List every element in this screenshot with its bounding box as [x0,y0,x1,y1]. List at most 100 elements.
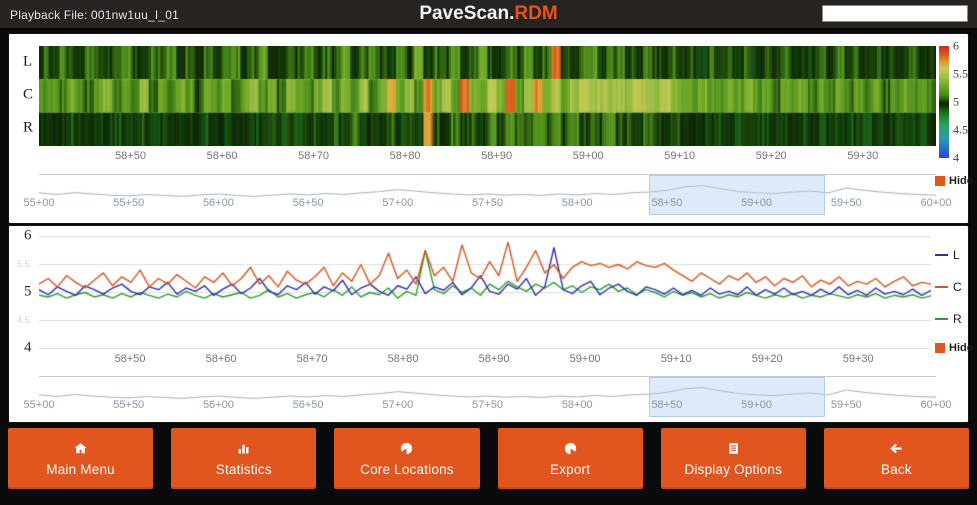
button-main-menu[interactable]: Main Menu [8,428,153,489]
x-tick-label: 55+00 [24,399,55,411]
overview-axis: 55+0055+5056+0056+5057+0057+5058+0058+50… [39,197,936,211]
x-tick-label: 58+00 [562,399,593,411]
button-display-options[interactable]: Display Options [661,428,806,489]
button-statistics[interactable]: Statistics [171,428,316,489]
x-tick-label: 59+20 [752,353,783,365]
x-tick-label: 58+60 [207,150,238,162]
button-label: Back [881,462,912,477]
legend-dash-icon [935,318,948,320]
x-tick-label: 60+00 [921,197,952,209]
heatmap-panel: L C R 58+5058+6058+7058+8058+9059+0059+1… [8,33,969,224]
bar-chart-icon [236,441,251,457]
x-tick-label: 59+50 [831,197,862,209]
profile-x-axis: 58+5058+6058+7058+8058+9059+0059+1059+20… [39,353,931,367]
x-tick-label: 56+00 [203,399,234,411]
heatmap-row-label-c: C [23,87,33,104]
button-label: Statistics [216,462,272,477]
overview-strip-top[interactable]: 55+0055+5056+0056+5057+0057+5058+0058+50… [39,174,936,215]
overview-strip-bottom[interactable]: 55+0055+5056+0056+5057+0057+5058+0058+50… [39,376,936,417]
x-tick-label: 55+00 [24,197,55,209]
colorbar-tick-label: 4.5 [953,123,968,138]
x-tick-label: 57+50 [472,197,503,209]
app-title-main: PaveScan [419,3,509,24]
legend-label: C [953,280,962,294]
x-tick-label: 59+00 [741,197,772,209]
legend-dash-icon [935,254,948,256]
x-tick-label: 59+00 [573,150,604,162]
x-tick-label: 57+00 [382,399,413,411]
playback-file-label: Playback File: 001nw1uu_I_01 [10,8,179,22]
legend-item-r[interactable]: R [935,312,962,326]
app-title-accent: RDM [514,3,557,24]
x-tick-label: 58+90 [479,353,510,365]
colorbar-tick-label: 5.5 [953,67,968,82]
legend-dash-icon [935,286,948,288]
overview-axis: 55+0055+5056+0056+5057+0057+5058+0058+50… [39,399,936,413]
x-tick-label: 59+30 [843,353,874,365]
legend-item-c[interactable]: C [935,280,962,294]
x-tick-label: 59+50 [831,399,862,411]
button-label: Display Options [685,462,783,477]
y-tick-label: 5 [24,284,32,301]
app-title: PaveScan.RDM [419,3,557,25]
x-tick-label: 59+00 [741,399,772,411]
y-tick-label-minor: 5.5 [17,259,30,269]
legend-label: L [953,248,960,262]
heatmap-x-axis: 58+5058+6058+7058+8058+9059+0059+1059+20… [39,150,936,164]
heatmap-canvas[interactable] [39,46,936,146]
x-tick-label: 58+80 [388,353,419,365]
y-tick-label: 6 [24,228,32,245]
x-tick-label: 58+90 [481,150,512,162]
home-icon [73,441,88,457]
hide-swatch-icon [935,176,945,186]
x-tick-label: 56+00 [203,197,234,209]
x-tick-label: 55+50 [113,399,144,411]
x-tick-label: 60+00 [921,399,952,411]
x-tick-label: 57+00 [382,197,413,209]
colorbar-ticks: 65.554.54 [953,46,975,158]
x-tick-label: 58+50 [115,150,146,162]
button-bar: Main Menu Statistics Core Locations Export D… [8,428,969,489]
profile-legend: Hide L C R [935,226,977,376]
x-tick-label: 58+50 [115,353,146,365]
list-icon [726,441,741,457]
x-tick-label: 59+00 [570,353,601,365]
profile-y-axis: 6545.54.5 [9,226,39,366]
colorbar-tick-label: 6 [953,39,959,54]
profile-panel: 6545.54.5 58+5058+6058+7058+8058+9059+00… [8,225,969,423]
core-circle-icon [399,441,414,457]
x-tick-label: 59+10 [661,353,692,365]
heatmap-row-label-l: L [23,54,32,71]
hide-toggle[interactable]: Hide [935,175,973,187]
x-tick-label: 55+50 [113,197,144,209]
x-tick-label: 56+50 [293,399,324,411]
x-tick-label: 59+30 [847,150,878,162]
button-label: Export [550,462,590,477]
x-tick-label: 58+80 [390,150,421,162]
colorbar-tick-label: 4 [953,151,959,166]
hide-toggle[interactable]: Hide [935,342,973,354]
x-tick-label: 58+60 [206,353,237,365]
x-tick-label: 58+50 [651,197,682,209]
x-tick-label: 58+50 [651,399,682,411]
button-label: Main Menu [46,462,115,477]
legend-item-l[interactable]: L [935,248,960,262]
profile-chart-canvas[interactable] [39,236,931,349]
y-tick-label: 4 [24,340,32,357]
legend-label: R [953,312,962,326]
button-back[interactable]: Back [824,428,969,489]
x-tick-label: 59+20 [756,150,787,162]
colorbar [939,46,949,158]
x-tick-label: 57+50 [472,399,503,411]
x-tick-label: 58+70 [298,150,329,162]
hide-swatch-icon [935,343,945,353]
colorbar-tick-label: 5 [953,95,959,110]
x-tick-label: 56+50 [293,197,324,209]
x-tick-label: 58+00 [562,197,593,209]
button-export[interactable]: Export [498,428,643,489]
button-core-locations[interactable]: Core Locations [334,428,479,489]
search-input[interactable] [822,5,968,22]
hide-label: Hide [949,342,973,354]
button-label: Core Locations [360,462,454,477]
globe-icon [563,441,578,457]
